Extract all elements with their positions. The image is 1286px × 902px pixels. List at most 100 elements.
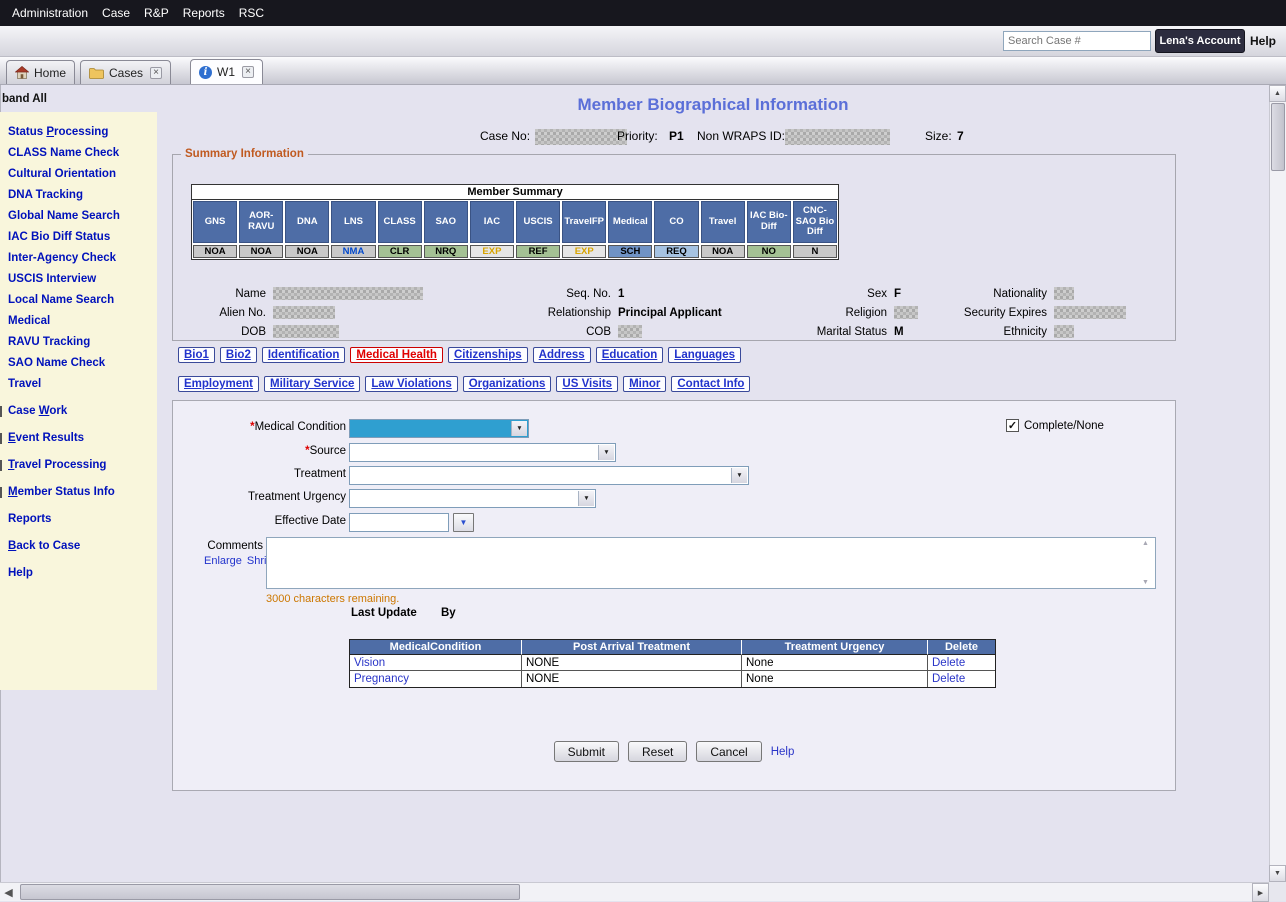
comments-textarea[interactable] (266, 537, 1156, 589)
column-header-post-arrival-treatment: Post Arrival Treatment (522, 640, 742, 655)
cancel-button[interactable]: Cancel (696, 741, 761, 762)
horizontal-scroll-thumb[interactable] (20, 884, 520, 900)
treatment-select[interactable]: ▼ (349, 466, 749, 485)
sidebar-item-sao-name-check[interactable]: SAO Name Check (0, 357, 157, 369)
condition-link[interactable]: Vision (354, 657, 385, 669)
member-summary-table: Member Summary GNSAOR-RAVUDNALNSCLASSSAO… (191, 184, 839, 260)
subtab-education[interactable]: Education (596, 347, 664, 363)
subtab-medical-health[interactable]: Medical Health (350, 347, 443, 363)
sidebar-item-reports[interactable]: Reports (0, 513, 157, 525)
subtab-bio2[interactable]: Bio2 (220, 347, 257, 363)
menu-reports[interactable]: Reports (183, 6, 225, 20)
condition-link[interactable]: Pregnancy (354, 673, 409, 685)
sidebar-item-status-processing[interactable]: Status Processing (0, 126, 157, 138)
subtab-identification[interactable]: Identification (262, 347, 346, 363)
non-wraps-id-redacted (785, 129, 890, 145)
case-header-row: Case No: Priority: P1 Non WRAPS ID: Size… (157, 129, 1269, 147)
subtab-minor[interactable]: Minor (623, 376, 666, 392)
tree-tick (0, 487, 2, 498)
tab-w1[interactable]: iW1× (190, 59, 263, 84)
sidebar-item-travel-processing[interactable]: Travel Processing (0, 459, 157, 471)
sidebar-item-cultural-orientation[interactable]: Cultural Orientation (0, 168, 157, 180)
menu-administration[interactable]: Administration (12, 6, 88, 20)
enlarge-link[interactable]: Enlarge (204, 555, 242, 567)
sidebar-item-class-name-check[interactable]: CLASS Name Check (0, 147, 157, 159)
status-badge-class: CLR (378, 245, 422, 258)
close-icon[interactable]: × (242, 66, 254, 78)
sidebar-item-back-to-case[interactable]: Back to Case (0, 540, 157, 552)
menu-case[interactable]: Case (102, 6, 130, 20)
medical-condition-label: *Medical Condition (173, 421, 346, 433)
sidebar-item-case-work[interactable]: Case Work (0, 405, 157, 417)
help-menu[interactable]: Help (1250, 34, 1276, 48)
reset-button[interactable]: Reset (628, 741, 687, 762)
close-icon[interactable]: × (150, 67, 162, 79)
scroll-left-button[interactable]: ◀ (0, 883, 17, 902)
sidebar-item-ravu-tracking[interactable]: RAVU Tracking (0, 336, 157, 348)
scroll-up-button[interactable]: ▲ (1269, 85, 1286, 102)
subtab-languages[interactable]: Languages (668, 347, 741, 363)
expand-all-control[interactable]: band All (2, 93, 47, 105)
search-input[interactable] (1003, 31, 1151, 51)
sidebar-item-inter-agency-check[interactable]: Inter-Agency Check (0, 252, 157, 264)
menu-r-p[interactable]: R&P (144, 6, 169, 20)
sidebar-item-dna-tracking[interactable]: DNA Tracking (0, 189, 157, 201)
redacted-value (894, 306, 918, 319)
chars-remaining-text: 3000 characters remaining. (266, 593, 399, 605)
subtab-organizations[interactable]: Organizations (463, 376, 552, 392)
delete-link[interactable]: Delete (932, 673, 965, 685)
tab-cases[interactable]: Cases× (80, 60, 171, 84)
redacted-value (618, 325, 642, 338)
detail-value-dob (273, 325, 423, 339)
tab-label: W1 (217, 65, 235, 79)
subtab-contact-info[interactable]: Contact Info (671, 376, 750, 392)
subtab-address[interactable]: Address (533, 347, 591, 363)
submit-button[interactable]: Submit (554, 741, 619, 762)
treatment-urgency-select[interactable]: ▼ (349, 489, 596, 508)
sidebar-item-uscis-interview[interactable]: USCIS Interview (0, 273, 157, 285)
horizontal-scrollbar[interactable]: ◀ ▶ (0, 882, 1269, 901)
status-badge-dna: NOA (285, 245, 329, 258)
scroll-down-button[interactable]: ▼ (1269, 865, 1286, 882)
treatment-cell: NONE (522, 655, 742, 671)
sidebar-item-global-name-search[interactable]: Global Name Search (0, 210, 157, 222)
calendar-dropdown-button[interactable]: ▼ (453, 513, 474, 532)
vertical-scrollbar[interactable]: ▲ ▼ (1269, 85, 1286, 882)
source-select[interactable]: ▼ (349, 443, 616, 462)
account-button[interactable]: Lena's Account (1155, 29, 1245, 53)
medical-condition-select[interactable]: ▼ (349, 419, 529, 438)
detail-value-alien-no (273, 306, 423, 320)
sidebar-item-member-status-info[interactable]: Member Status Info (0, 486, 157, 498)
sidebar-item-help[interactable]: Help (0, 567, 157, 579)
subtab-law-violations[interactable]: Law Violations (365, 376, 457, 392)
subtab-employment[interactable]: Employment (178, 376, 259, 392)
tree-tick (0, 460, 2, 471)
tab-home[interactable]: Home (6, 60, 75, 84)
detail-value-ethnicity (1054, 325, 1126, 339)
sidebar-item-medical[interactable]: Medical (0, 315, 157, 327)
subtab-us-visits[interactable]: US Visits (556, 376, 618, 392)
subtab-bio1[interactable]: Bio1 (178, 347, 215, 363)
home-icon (15, 66, 29, 79)
effective-date-input[interactable] (349, 513, 449, 532)
sidebar-item-event-results[interactable]: Event Results (0, 432, 157, 444)
help-link[interactable]: Help (771, 746, 795, 758)
detail-column: NameAlien No.DOB (173, 287, 423, 339)
sidebar-item-travel[interactable]: Travel (0, 378, 157, 390)
member-summary-title: Member Summary (192, 185, 838, 200)
folder-icon (89, 67, 104, 79)
scroll-right-button[interactable]: ▶ (1252, 883, 1269, 902)
redacted-value (273, 306, 335, 319)
delete-link[interactable]: Delete (932, 657, 965, 669)
subtab-citizenships[interactable]: Citizenships (448, 347, 528, 363)
subtab-military-service[interactable]: Military Service (264, 376, 360, 392)
summary-col-class: CLASS (378, 201, 422, 243)
vertical-scroll-thumb[interactable] (1271, 103, 1285, 171)
by-label: By (441, 607, 456, 619)
treatment-row: Treatment ▼ (173, 466, 1175, 485)
detail-value-nationality (1054, 287, 1126, 301)
menu-rsc[interactable]: RSC (239, 6, 264, 20)
sidebar-item-local-name-search[interactable]: Local Name Search (0, 294, 157, 306)
redacted-value (1054, 306, 1126, 319)
sidebar-item-iac-bio-diff-status[interactable]: IAC Bio Diff Status (0, 231, 157, 243)
